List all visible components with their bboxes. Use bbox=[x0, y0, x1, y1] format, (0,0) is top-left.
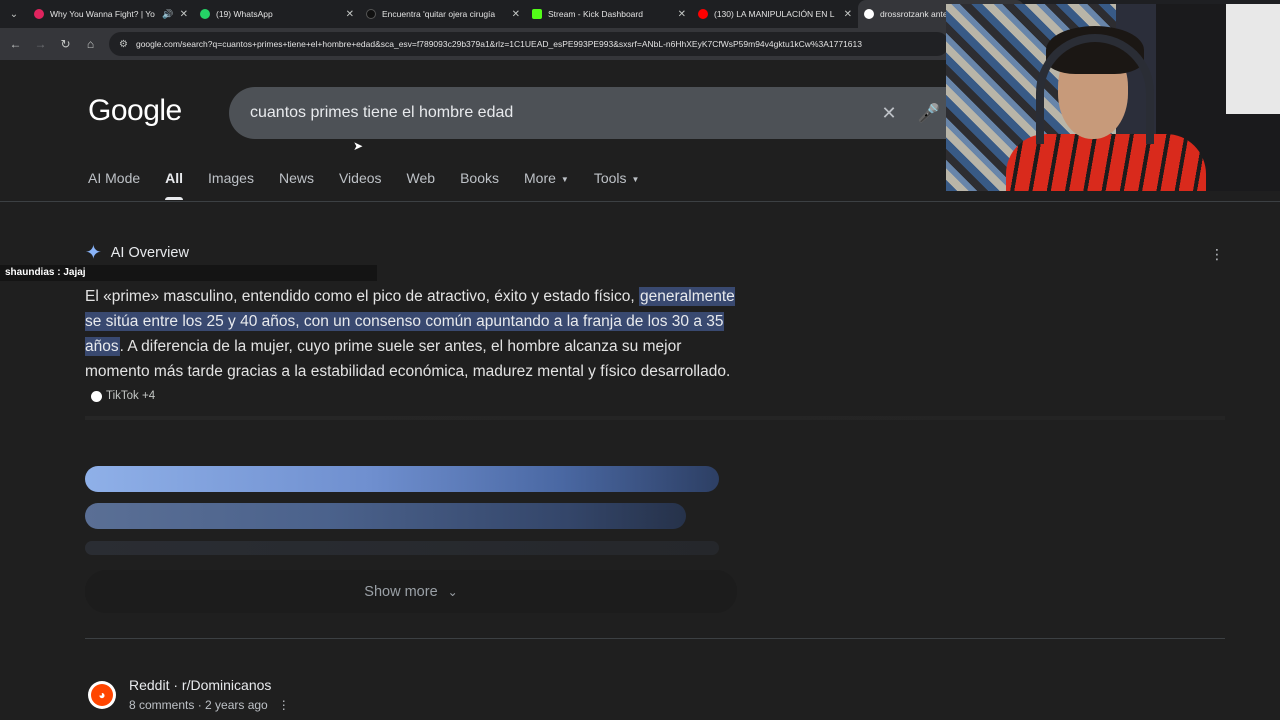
window-light bbox=[1226, 4, 1280, 114]
ai-overview-separator bbox=[85, 416, 1225, 420]
browser-tab[interactable]: (130) LA MANIPULACIÓN EN L ✕ bbox=[692, 0, 858, 28]
clear-search-icon[interactable]: ✕ bbox=[869, 103, 909, 124]
tab-close-icon[interactable]: ✕ bbox=[844, 9, 852, 20]
reload-icon[interactable]: ↻ bbox=[53, 30, 78, 58]
ai-overview-header: ✦ AI Overview bbox=[85, 243, 189, 263]
tab-close-icon[interactable]: ✕ bbox=[180, 9, 188, 20]
tab-title: Stream - Kick Dashboard bbox=[548, 9, 643, 19]
google-logo[interactable]: Google bbox=[88, 94, 182, 128]
show-more-button[interactable]: Show more ⌄ bbox=[85, 570, 737, 613]
ai-overview-title: AI Overview bbox=[110, 245, 189, 261]
headset-icon bbox=[1036, 34, 1154, 144]
tab-title: (19) WhatsApp bbox=[216, 9, 273, 19]
tab-search-dropdown-icon[interactable]: ⌄ bbox=[0, 0, 28, 28]
result-meta-text: 8 comments · 2 years ago bbox=[129, 698, 268, 712]
chevron-down-icon: ⌄ bbox=[447, 584, 458, 599]
browser-tab[interactable]: Encuentra 'quitar ojera cirugía ✕ bbox=[360, 0, 526, 28]
tab-favicon-icon bbox=[698, 9, 708, 19]
tab-tools-label: Tools bbox=[593, 170, 627, 186]
result-meta: 8 comments · 2 years ago ⋮ bbox=[129, 698, 290, 712]
tab-more-label: More bbox=[524, 170, 556, 186]
forward-arrow-icon[interactable]: → bbox=[28, 30, 53, 58]
search-query-text[interactable]: cuantos primes tiene el hombre edad bbox=[250, 104, 869, 122]
tab-news[interactable]: News bbox=[279, 170, 314, 200]
back-arrow-icon[interactable]: ← bbox=[3, 30, 28, 58]
loading-skeleton-bar bbox=[85, 503, 686, 529]
tab-more[interactable]: More ▼ bbox=[524, 170, 569, 200]
tab-videos[interactable]: Videos bbox=[339, 170, 382, 200]
tab-close-icon[interactable]: ✕ bbox=[346, 9, 354, 20]
browser-tab[interactable]: (19) WhatsApp ✕ bbox=[194, 0, 360, 28]
show-more-label: Show more bbox=[364, 583, 438, 600]
tab-images[interactable]: Images bbox=[208, 170, 254, 200]
loading-skeleton-bar bbox=[85, 466, 719, 492]
address-bar[interactable]: ⚙ google.com/search?q=cuantos+primes+tie… bbox=[109, 32, 949, 56]
tab-title: Why You Wanna Fight? | Yo bbox=[50, 9, 155, 19]
browser-tab[interactable]: Why You Wanna Fight? | Yo 🔊 ✕ bbox=[28, 0, 194, 28]
tab-web[interactable]: Web bbox=[407, 170, 436, 200]
ai-text-rest: . A diferencia de la mujer, cuyo prime s… bbox=[85, 338, 731, 380]
result-options-icon[interactable]: ⋮ bbox=[278, 698, 290, 712]
mouse-cursor-icon: ➤ bbox=[353, 139, 364, 153]
tiktok-icon bbox=[91, 391, 102, 403]
browser-tab[interactable]: Stream - Kick Dashboard ✕ bbox=[526, 0, 692, 28]
tab-favicon-icon bbox=[864, 9, 874, 19]
results-divider bbox=[85, 638, 1225, 639]
reddit-icon: ◕ bbox=[88, 681, 116, 709]
more-options-icon[interactable]: ⋮ bbox=[1210, 246, 1224, 263]
result-source[interactable]: Reddit · r/Dominicanos bbox=[129, 677, 290, 693]
tab-ai-mode[interactable]: AI Mode bbox=[88, 170, 140, 200]
reddit-alien-icon: ◕ bbox=[91, 684, 113, 706]
ai-text-intro: El «prime» masculino, entendido como el … bbox=[85, 288, 639, 305]
tabs-divider bbox=[0, 201, 1280, 202]
tab-title: Encuentra 'quitar ojera cirugía bbox=[382, 9, 496, 19]
tab-favicon-icon bbox=[200, 9, 210, 19]
source-chip-label: TikTok +4 bbox=[106, 390, 156, 403]
tab-favicon-icon bbox=[34, 9, 44, 19]
search-tabs: AI Mode All Images News Videos Web Books… bbox=[88, 170, 664, 200]
gemini-sparkle-icon: ✦ bbox=[85, 242, 102, 264]
tab-favicon-icon bbox=[532, 9, 542, 19]
search-box[interactable]: cuantos primes tiene el hombre edad ✕ 🎤 … bbox=[229, 87, 989, 139]
tab-title: (130) LA MANIPULACIÓN EN L bbox=[714, 9, 835, 19]
loading-skeleton-bar bbox=[85, 541, 719, 555]
tab-all[interactable]: All bbox=[165, 170, 183, 200]
home-icon[interactable]: ⌂ bbox=[78, 30, 103, 58]
caret-down-icon: ▼ bbox=[631, 174, 640, 184]
speaker-icon[interactable]: 🔊 bbox=[162, 9, 173, 20]
search-result[interactable]: ◕ Reddit · r/Dominicanos 8 comments · 2 … bbox=[88, 677, 290, 712]
address-bar-url: google.com/search?q=cuantos+primes+tiene… bbox=[135, 39, 862, 49]
source-chip[interactable]: TikTok +4 bbox=[91, 384, 155, 409]
tab-tools[interactable]: Tools ▼ bbox=[594, 170, 640, 200]
tab-close-icon[interactable]: ✕ bbox=[678, 9, 686, 20]
tab-books[interactable]: Books bbox=[460, 170, 499, 200]
stream-chat-message: shaundias : Jajaj bbox=[0, 265, 377, 281]
site-info-icon[interactable]: ⚙ bbox=[119, 39, 128, 50]
tab-favicon-icon bbox=[366, 9, 376, 19]
webcam-overlay bbox=[946, 4, 1280, 191]
microphone-icon[interactable]: 🎤 bbox=[909, 103, 949, 124]
ai-overview-text: El «prime» masculino, entendido como el … bbox=[85, 284, 745, 409]
caret-down-icon: ▼ bbox=[560, 174, 569, 184]
tab-close-icon[interactable]: ✕ bbox=[512, 9, 520, 20]
